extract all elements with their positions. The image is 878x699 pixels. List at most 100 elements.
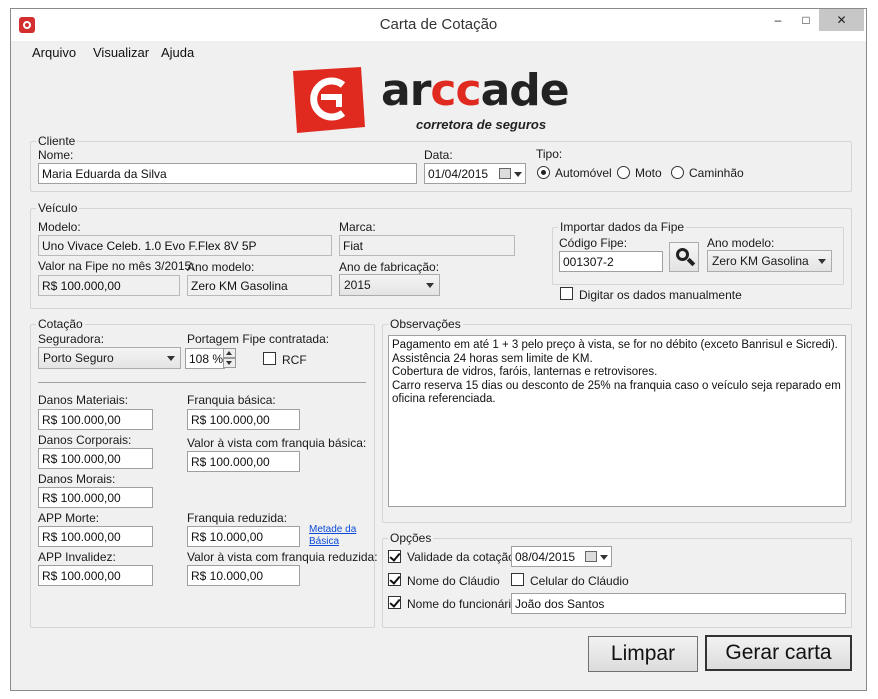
search-fipe-button[interactable] [669,242,699,272]
radio-caminhao-label[interactable]: Caminhão [689,166,744,180]
portagem-label: Portagem Fipe contratada: [187,332,330,346]
vista-basica-field[interactable]: R$ 100.000,00 [187,451,300,472]
app-invalidez-label: APP Invalidez: [38,550,116,564]
window-title: Carta de Cotação [379,16,498,33]
metade-link-line2[interactable]: Básica [309,536,339,547]
celular-claudio-label[interactable]: Celular do Cláudio [530,574,629,588]
danos-corporais-label: Danos Corporais: [38,433,132,447]
nome-label: Nome: [38,148,74,162]
validade-checkbox[interactable] [388,550,401,563]
vista-reduzida-field[interactable]: R$ 10.000,00 [187,565,300,586]
fipe-ano-modelo-select[interactable]: Zero KM Gasolina [707,250,832,272]
ano-fabricacao-label: Ano de fabricação: [339,260,440,274]
chevron-down-icon [167,356,175,361]
chevron-down-icon [426,283,434,288]
validade-value: 08/04/2015 [515,550,576,564]
menu-ajuda[interactable]: Ajuda [161,45,194,60]
menu-visualizar[interactable]: Visualizar [93,45,149,60]
main-window: Carta de Cotação – □ ✕ Arquivo Visualiza… [10,8,867,691]
limpar-button[interactable]: Limpar [588,636,698,672]
nome-claudio-label[interactable]: Nome do Cláudio [407,574,500,588]
codigo-fipe-label: Código Fipe: [559,236,628,250]
seguradora-value: Porto Seguro [43,351,114,365]
danos-corporais-field[interactable]: R$ 100.000,00 [38,448,153,469]
fipe-legend: Importar dados da Fipe [560,220,685,234]
franquia-basica-field[interactable]: R$ 100.000,00 [187,409,300,430]
fipe-ano-modelo-value: Zero KM Gasolina [712,254,809,268]
franquia-reduzida-field[interactable]: R$ 10.000,00 [187,526,300,547]
calendar-icon[interactable] [499,168,511,179]
valor-fipe-field[interactable]: R$ 100.000,00 [38,275,180,296]
celular-claudio-checkbox[interactable] [511,573,524,586]
franquia-reduzida-label: Franquia reduzida: [187,511,288,525]
vista-basica-label: Valor à vista com franquia básica: [187,436,367,450]
metade-basica-link[interactable]: Metade da Básica [309,524,356,548]
observacoes-legend: Observações [390,317,461,331]
franquia-basica-label: Franquia básica: [187,393,276,407]
danos-morais-label: Danos Morais: [38,472,116,486]
title-bar: Carta de Cotação – □ ✕ [11,9,866,41]
fipe-ano-modelo-label: Ano modelo: [707,236,775,250]
cotacao-legend: Cotação [38,317,83,331]
menu-bar: Arquivo Visualizar Ajuda [11,42,866,64]
ano-fabricacao-select[interactable]: 2015 [339,274,440,296]
chevron-down-icon[interactable] [600,555,608,560]
ano-modelo-field[interactable]: Zero KM Gasolina [187,275,332,296]
calendar-icon[interactable] [585,551,597,562]
danos-morais-field[interactable]: R$ 100.000,00 [38,487,153,508]
app-invalidez-field[interactable]: R$ 100.000,00 [38,565,153,586]
gerar-carta-button[interactable]: Gerar carta [705,635,852,671]
menu-arquivo[interactable]: Arquivo [32,45,76,60]
opcoes-legend: Opções [390,531,432,545]
manual-label[interactable]: Digitar os dados manualmente [579,288,742,302]
danos-materiais-field[interactable]: R$ 100.000,00 [38,409,153,430]
validade-picker[interactable]: 08/04/2015 [511,546,612,567]
marca-label: Marca: [339,220,376,234]
ano-fabricacao-value: 2015 [344,278,371,292]
portagem-down-icon[interactable] [223,358,236,368]
observacoes-textarea[interactable]: Pagamento em até 1 + 3 pelo preço à vist… [388,335,846,507]
radio-automovel[interactable] [537,166,550,179]
valor-fipe-label: Valor na Fipe no mês 3/2015: [38,259,195,273]
radio-moto[interactable] [617,166,630,179]
nome-claudio-checkbox[interactable] [388,573,401,586]
cliente-legend: Cliente [38,134,76,148]
rcf-checkbox[interactable] [263,352,276,365]
arccade-logo: arccade corretora de seguros [291,65,611,137]
maximize-button[interactable]: □ [791,9,821,31]
seguradora-select[interactable]: Porto Seguro [38,347,181,369]
data-label: Data: [424,148,453,162]
modelo-label: Modelo: [38,220,81,234]
minimize-button[interactable]: – [763,9,793,31]
rcf-label[interactable]: RCF [282,353,307,367]
funcionario-label[interactable]: Nome do funcionário: [407,597,521,611]
chevron-down-icon[interactable] [514,172,522,177]
app-morte-field[interactable]: R$ 100.000,00 [38,526,153,547]
modelo-field[interactable]: Uno Vivace Celeb. 1.0 Evo F.Flex 8V 5P [38,235,332,256]
radio-moto-label[interactable]: Moto [635,166,662,180]
data-picker[interactable]: 01/04/2015 [424,163,526,184]
portagem-up-icon[interactable] [223,348,236,358]
app-morte-label: APP Morte: [38,511,100,525]
codigo-fipe-field[interactable]: 001307-2 [559,251,663,272]
validade-label[interactable]: Validade da cotação: [407,550,518,564]
funcionario-field[interactable]: João dos Santos [511,593,846,614]
manual-checkbox[interactable] [560,287,573,300]
radio-automovel-label[interactable]: Automóvel [555,166,612,180]
marca-field[interactable]: Fiat [339,235,515,256]
logo-tagline: corretora de seguros [416,117,547,132]
data-value: 01/04/2015 [428,167,489,181]
ano-modelo-label: Ano modelo: [187,260,255,274]
nome-field[interactable]: Maria Eduarda da Silva [38,163,417,184]
portagem-field[interactable]: 108 % [185,348,225,369]
logo-wordmark: arccade [381,65,570,116]
veiculo-legend: Veículo [38,201,78,215]
chevron-down-icon [818,259,826,264]
radio-caminhao[interactable] [671,166,684,179]
tipo-label: Tipo: [536,147,563,161]
close-button[interactable]: ✕ [819,9,864,31]
seguradora-label: Seguradora: [38,332,105,346]
metade-link-line1[interactable]: Metade da [309,524,356,535]
cotacao-separator [38,382,366,383]
funcionario-checkbox[interactable] [388,596,401,609]
